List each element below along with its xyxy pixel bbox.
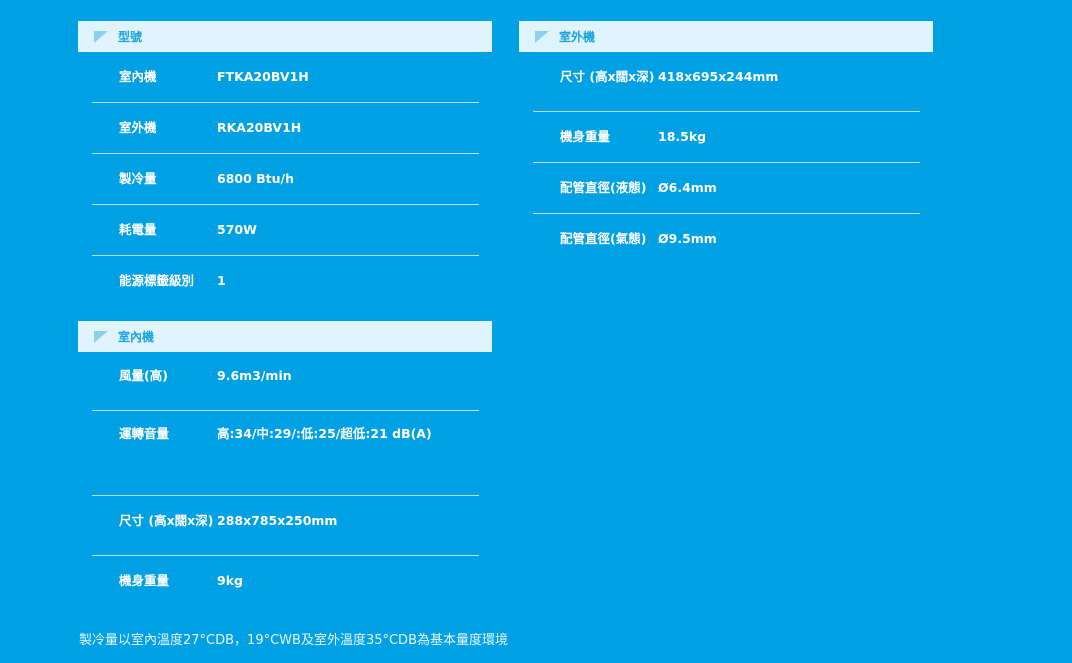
indoor-section-title: 室內機	[118, 330, 155, 344]
indoor-section-header: 室內機	[78, 321, 492, 352]
spec-row: 能源標籤級別 1	[92, 256, 479, 307]
spec-row: 尺寸 (高x闊x深) 418x695x244mm	[533, 52, 920, 112]
cooling-capacity-footnote: 製冷量以室內溫度27°CDB，19°CWB及室外溫度35°CDB為基本量度環境	[79, 633, 508, 648]
spec-value: 18.5kg	[658, 129, 707, 144]
spec-row: 風量(高) 9.6m3/min	[92, 352, 479, 411]
spec-row: 機身重量 9kg	[92, 556, 479, 616]
spec-value: 高:34/中:29/:低:25/超低:21 dB(A)	[217, 426, 432, 441]
spec-value: 570W	[217, 222, 257, 237]
spec-key: 機身重量	[119, 573, 170, 588]
spec-key: 機身重量	[560, 129, 611, 144]
spec-key: 製冷量	[119, 171, 157, 186]
spec-value: 288x785x250mm	[217, 513, 338, 528]
model-section-header: 型號	[78, 21, 492, 52]
spec-value: 6800 Btu/h	[217, 171, 295, 186]
spec-row: 耗電量 570W	[92, 205, 479, 256]
spec-value: RKA20BV1H	[217, 120, 302, 135]
spec-row: 製冷量 6800 Btu/h	[92, 154, 479, 205]
spec-row: 尺寸 (高x闊x深) 288x785x250mm	[92, 496, 479, 556]
spec-key: 尺寸 (高x闊x深)	[560, 69, 655, 84]
spec-value: 418x695x244mm	[658, 69, 779, 84]
spec-key: 能源標籤級別	[119, 273, 195, 288]
spec-row: 機身重量 18.5kg	[533, 112, 920, 163]
outdoor-section-header: 室外機	[519, 21, 933, 52]
triangle-corner-icon	[94, 30, 108, 43]
outdoor-spec-panel: 室外機 尺寸 (高x闊x深) 418x695x244mm 機身重量 18.5kg…	[519, 21, 933, 265]
spec-value: 9kg	[217, 573, 243, 588]
spec-key: 風量(高)	[119, 368, 168, 383]
spec-key: 配管直徑(液態)	[560, 180, 647, 195]
indoor-spec-panel: 室內機 風量(高) 9.6m3/min 運轉音量 高:34/中:29/:低:25…	[78, 321, 492, 616]
spec-value: 9.6m3/min	[217, 368, 292, 383]
spec-key: 運轉音量	[119, 426, 170, 441]
spec-row: 室內機 FTKA20BV1H	[92, 52, 479, 103]
spec-key: 配管直徑(氣態)	[560, 231, 647, 246]
spec-row: 配管直徑(液態) Ø6.4mm	[533, 163, 920, 214]
spec-row: 運轉音量 高:34/中:29/:低:25/超低:21 dB(A)	[92, 411, 479, 496]
model-spec-panel: 型號 室內機 FTKA20BV1H 室外機 RKA20BV1H 製冷量 6800…	[78, 21, 492, 307]
spec-row: 室外機 RKA20BV1H	[92, 103, 479, 154]
spec-key: 室外機	[119, 120, 157, 135]
spec-value: 1	[217, 273, 226, 288]
spec-value: Ø6.4mm	[658, 180, 717, 195]
spec-key: 耗電量	[119, 222, 157, 237]
outdoor-section-title: 室外機	[559, 30, 596, 44]
spec-row: 配管直徑(氣態) Ø9.5mm	[533, 214, 920, 265]
spec-key: 尺寸 (高x闊x深)	[119, 513, 214, 528]
spec-value: Ø9.5mm	[658, 231, 717, 246]
triangle-corner-icon	[535, 30, 549, 43]
spec-key: 室內機	[119, 69, 157, 84]
model-section-title: 型號	[118, 30, 143, 44]
spec-value: FTKA20BV1H	[217, 69, 309, 84]
triangle-corner-icon	[94, 330, 108, 343]
